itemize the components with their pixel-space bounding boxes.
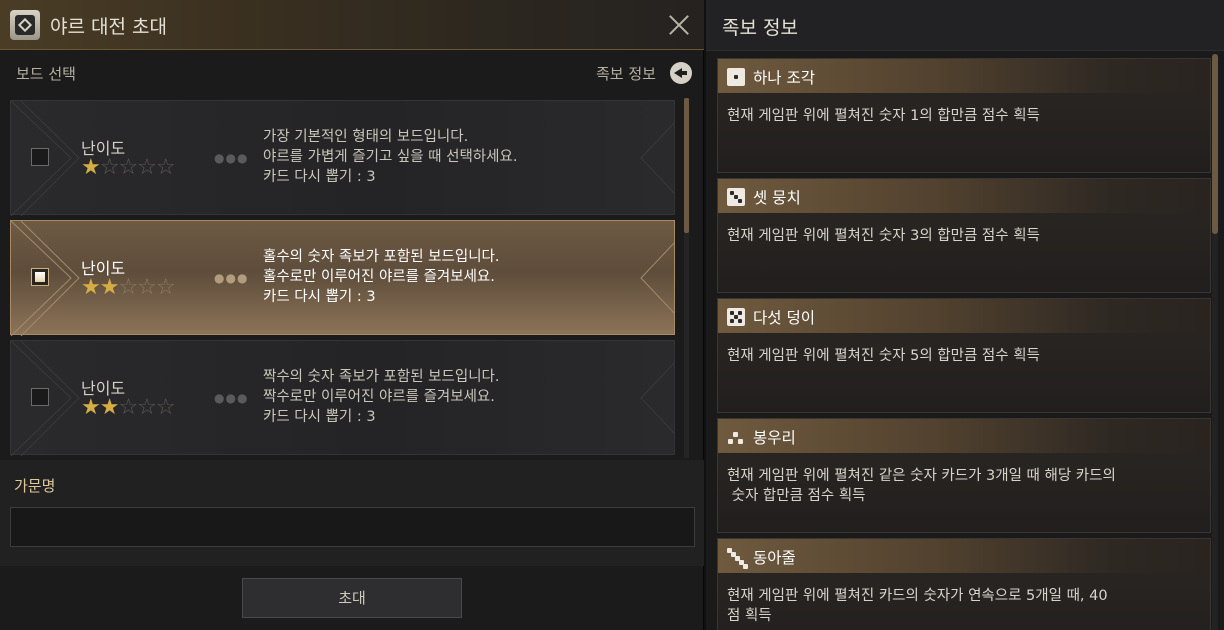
difficulty-stars: ★★☆☆☆ — [81, 395, 176, 420]
combo-name: 하나 조각 — [753, 69, 815, 87]
die-one-icon — [727, 68, 745, 86]
combo-info-panel: 족보 정보 하나 조각 현재 게임판 위에 펼쳐진 숫자 1의 합만큼 점수 획… — [706, 0, 1224, 630]
combo-name: 다섯 덩이 — [753, 309, 815, 327]
board-checkbox[interactable] — [31, 268, 49, 286]
separator-dots-icon: ●●● — [214, 391, 249, 405]
yar-invite-panel: 야르 대전 초대 보드 선택 족보 정보 난이도 ★☆☆☆☆ ●●● 가장 기본… — [0, 0, 704, 630]
combo-description: 현재 게임판 위에 펼쳐진 숫자 1의 합만큼 점수 획득 — [727, 108, 1040, 124]
arrow-left-circle-icon[interactable] — [670, 62, 692, 84]
combo-item: 봉우리 현재 게임판 위에 펼쳐진 같은 숫자 카드가 3개일 때 해당 카드의… — [717, 418, 1211, 533]
combo-description: 현재 게임판 위에 펼쳐진 카드의 숫자가 연속으로 5개일 때, 40 점 획… — [727, 588, 1108, 624]
difficulty-stars: ★☆☆☆☆ — [81, 155, 176, 180]
combo-info-header: 족보 정보 — [706, 0, 1224, 51]
combo-item: 동아줄 현재 게임판 위에 펼쳐진 카드의 숫자가 연속으로 5개일 때, 40… — [717, 538, 1211, 630]
title-bar: 야르 대전 초대 — [0, 0, 704, 50]
board-description: 짝수의 숫자 족보가 포함된 보드입니다. 짝수로만 이루어진 야르를 즐겨보세… — [263, 369, 500, 425]
die-three-icon — [727, 188, 745, 206]
difficulty-stars: ★★☆☆☆ — [81, 275, 176, 300]
combo-item: 하나 조각 현재 게임판 위에 펼쳐진 숫자 1의 합만큼 점수 획득 — [717, 58, 1211, 173]
board-checkbox[interactable] — [31, 148, 49, 166]
separator-dots-icon: ●●● — [214, 271, 249, 285]
staircase-dots-icon — [727, 548, 748, 569]
board-select-label: 보드 선택 — [16, 65, 76, 83]
board-card[interactable]: 난이도 ★★☆☆☆ ●●● 짝수의 숫자 족보가 포함된 보드입니다. 짝수로만… — [10, 340, 675, 456]
combo-item: 셋 뭉치 현재 게임판 위에 펼쳐진 숫자 3의 합만큼 점수 획득 — [717, 178, 1211, 293]
board-list: 난이도 ★☆☆☆☆ ●●● 가장 기본적인 형태의 보드입니다. 야르를 가볍게… — [10, 98, 675, 458]
scrollbar-thumb[interactable] — [1212, 54, 1218, 234]
board-card[interactable]: 난이도 ★☆☆☆☆ ●●● 가장 기본적인 형태의 보드입니다. 야르를 가볍게… — [10, 100, 675, 216]
die-five-icon — [727, 308, 745, 326]
combo-description: 현재 게임판 위에 펼쳐진 숫자 5의 합만큼 점수 획득 — [727, 348, 1040, 364]
family-name-input[interactable] — [10, 507, 695, 547]
combo-info-title: 족보 정보 — [722, 17, 798, 39]
yar-game-icon — [10, 10, 40, 40]
combo-description: 현재 게임판 위에 펼쳐진 숫자 3의 합만큼 점수 획득 — [727, 228, 1040, 244]
dialog-title: 야르 대전 초대 — [50, 16, 167, 38]
combo-info-link[interactable]: 족보 정보 — [596, 63, 656, 84]
pyramid-dots-icon — [727, 428, 745, 446]
combo-name: 셋 뭉치 — [753, 189, 801, 207]
combo-name: 봉우리 — [753, 429, 796, 447]
board-description: 홀수의 숫자 족보가 포함된 보드입니다. 홀수로만 이루어진 야르를 즐겨보세… — [263, 249, 500, 305]
combo-list: 하나 조각 현재 게임판 위에 펼쳐진 숫자 1의 합만큼 점수 획득 셋 뭉치… — [717, 58, 1211, 630]
combo-name: 동아줄 — [753, 549, 796, 567]
board-card[interactable]: 난이도 ★★☆☆☆ ●●● 홀수의 숫자 족보가 포함된 보드입니다. 홀수로만… — [10, 220, 675, 336]
close-icon[interactable] — [664, 10, 694, 40]
separator-dots-icon: ●●● — [214, 151, 249, 165]
board-list-scrollbar[interactable] — [684, 98, 689, 458]
combo-item: 다섯 덩이 현재 게임판 위에 펼쳐진 숫자 5의 합만큼 점수 획득 — [717, 298, 1211, 413]
family-name-label: 가문명 — [14, 477, 56, 495]
combo-list-scrollbar[interactable] — [1212, 54, 1218, 630]
board-description: 가장 기본적인 형태의 보드입니다. 야르를 가볍게 즐기고 싶을 때 선택하세… — [263, 129, 518, 185]
invite-button[interactable]: 초대 — [242, 578, 462, 618]
family-name-section: 가문명 — [0, 460, 704, 566]
combo-description: 현재 게임판 위에 펼쳐진 같은 숫자 카드가 3개일 때 해당 카드의 숫자 … — [727, 468, 1116, 504]
board-checkbox[interactable] — [31, 388, 49, 406]
scrollbar-thumb[interactable] — [684, 98, 689, 233]
